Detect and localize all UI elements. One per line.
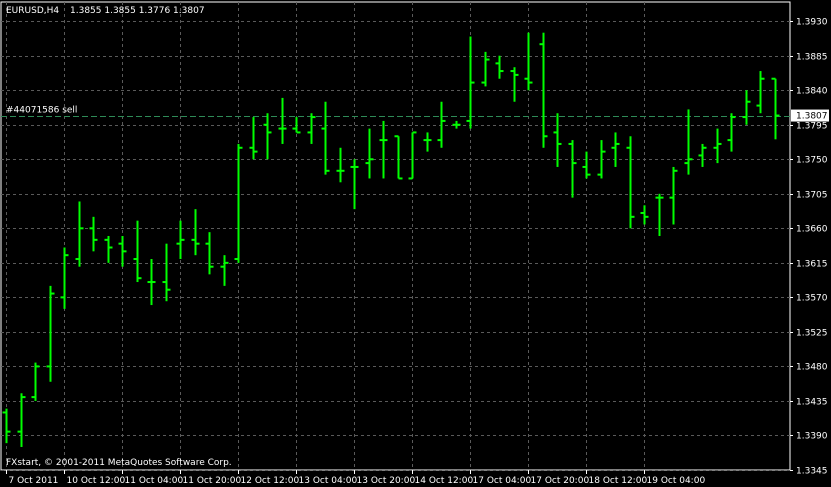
current-price-label: 1.3807 (796, 112, 828, 122)
x-tick-label: 14 Oct 12:00 (415, 476, 474, 486)
y-tick-label: 1.3390 (796, 432, 828, 442)
x-tick-label: 11 Oct 04:00 (125, 476, 184, 486)
y-tick-label: 1.3435 (796, 398, 828, 408)
y-tick-label: 1.3615 (796, 260, 828, 270)
x-tick-label: 10 Oct 12:00 (67, 476, 126, 486)
x-tick-label: 13 Oct 04:00 (299, 476, 358, 486)
copyright-text: FXstart, © 2001-2011 MetaQuotes Software… (6, 458, 232, 468)
y-tick-label: 1.3525 (796, 329, 828, 339)
x-tick-label: 17 Oct 20:00 (531, 476, 590, 486)
x-tick-label: 11 Oct 20:00 (183, 476, 242, 486)
y-tick-label: 1.3930 (796, 18, 828, 28)
y-tick-label: 1.3660 (796, 225, 828, 235)
y-tick-label: 1.3705 (796, 191, 828, 201)
y-tick-label: 1.3345 (796, 467, 828, 477)
y-tick-label: 1.3750 (796, 156, 828, 166)
x-tick-label: 13 Oct 20:00 (357, 476, 416, 486)
ohlc-readout: 1.3855 1.3855 1.3776 1.3807 (70, 6, 205, 16)
y-tick-label: 1.3840 (796, 87, 828, 97)
x-tick-label: 19 Oct 04:00 (647, 476, 706, 486)
x-tick-label: 17 Oct 04:00 (473, 476, 532, 486)
order-label: #44071586 sell (6, 106, 77, 116)
y-tick-label: 1.3480 (796, 363, 828, 373)
x-tick-label: 12 Oct 12:00 (241, 476, 300, 486)
chart-background (0, 0, 831, 487)
y-tick-label: 1.3885 (796, 53, 828, 63)
price-chart[interactable]: #44071586 sell 1.39301.38851.38401.37951… (0, 0, 831, 487)
y-tick-label: 1.3795 (796, 122, 828, 132)
x-tick-label: 7 Oct 2011 (9, 476, 59, 486)
symbol-title: EURUSD,H4 (6, 6, 59, 16)
price-label-box: 1.3807 (791, 109, 829, 122)
y-tick-label: 1.3570 (796, 294, 828, 304)
x-tick-label: 18 Oct 12:00 (589, 476, 648, 486)
